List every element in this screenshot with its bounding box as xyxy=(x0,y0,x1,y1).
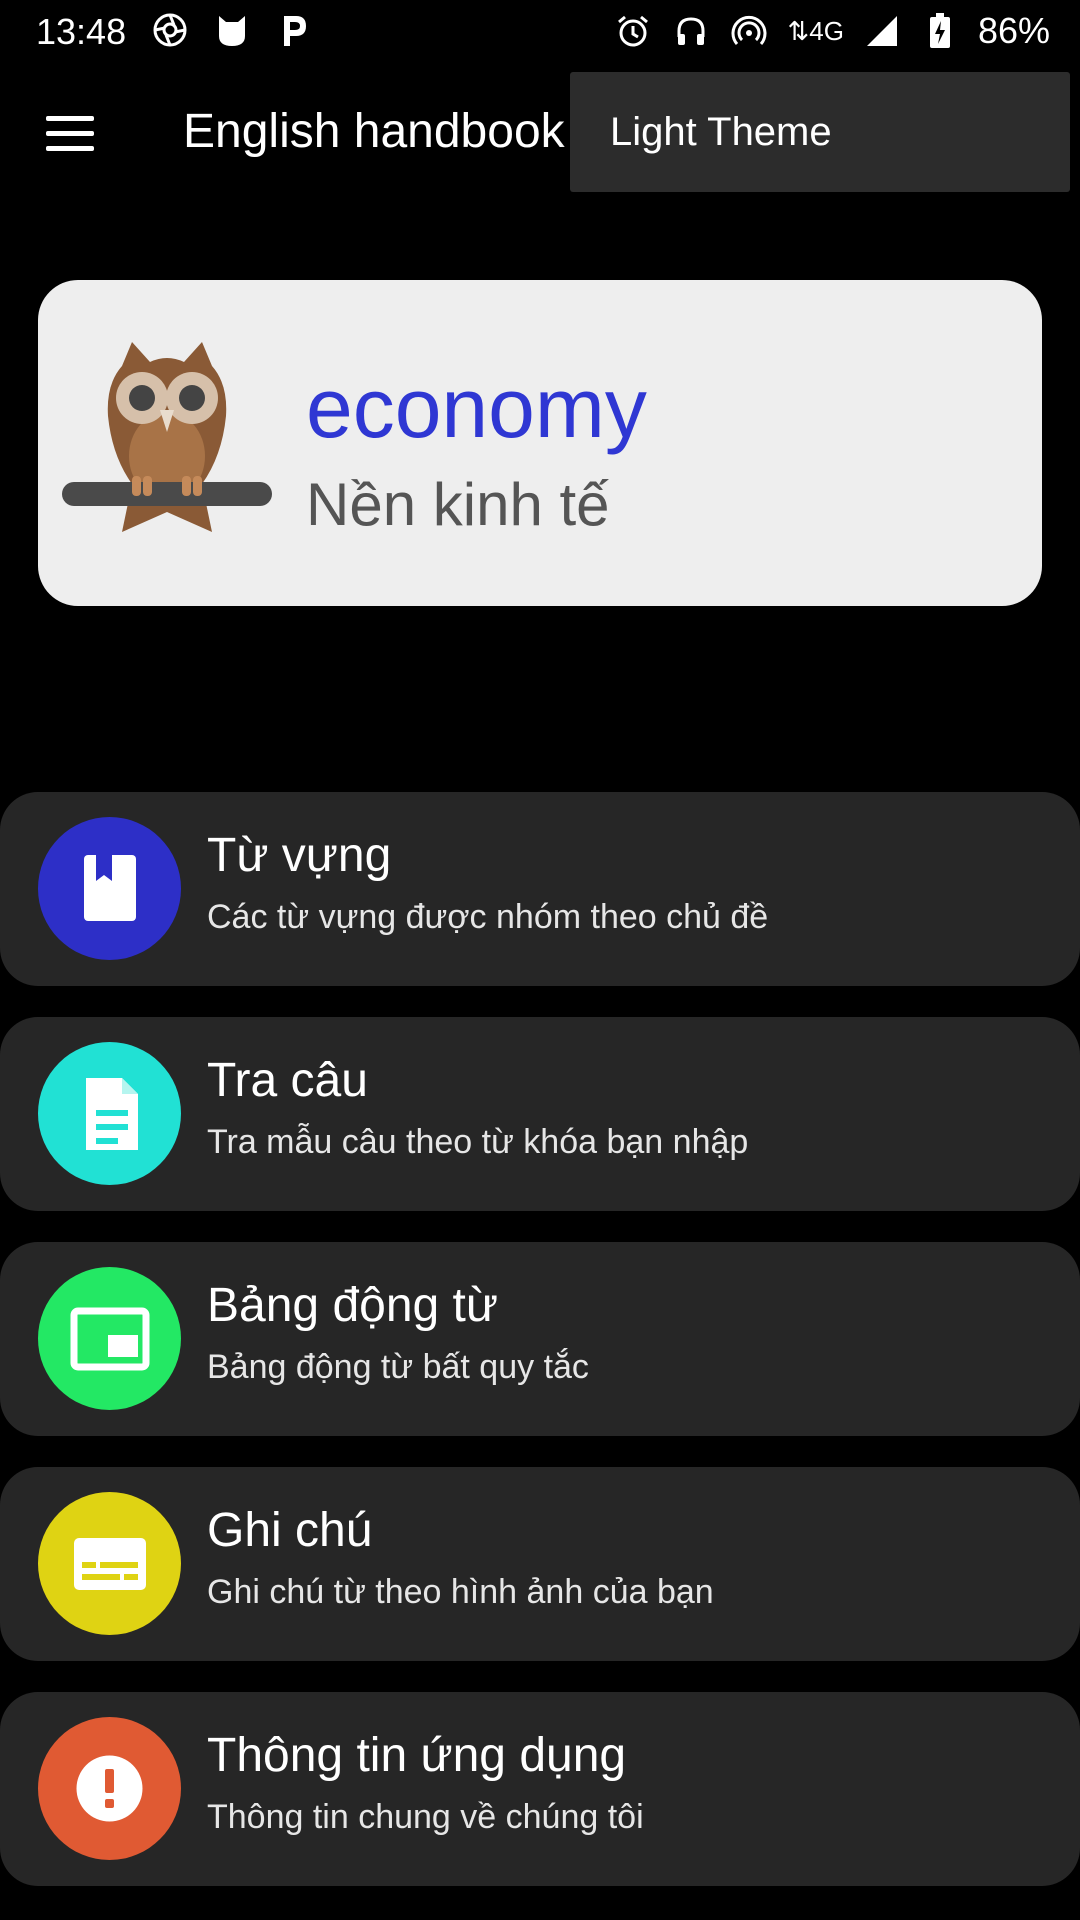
network-type: ⇅4G xyxy=(787,15,844,46)
menu-item-app-info[interactable]: Thông tin ứng dụng Thông tin chung về ch… xyxy=(0,1692,1080,1886)
picture-in-picture-icon xyxy=(38,1267,181,1410)
data-arrows-icon: ⇅ xyxy=(787,15,810,46)
battery-charging-icon xyxy=(920,11,960,51)
owl-icon xyxy=(62,336,272,546)
overflow-popup-menu: Light Theme xyxy=(570,72,1070,192)
menu-item-subtitle: Các từ vựng được nhóm theo chủ đề xyxy=(207,898,769,936)
book-icon xyxy=(38,817,181,960)
menu-item-title: Tra câu xyxy=(207,1054,368,1107)
menu-item-light-theme[interactable]: Light Theme xyxy=(610,110,832,155)
subtitles-icon xyxy=(38,1492,181,1635)
menu-item-notes[interactable]: Ghi chú Ghi chú từ theo hình ảnh của bạn xyxy=(0,1467,1080,1661)
document-icon xyxy=(38,1042,181,1185)
status-right-icons: ⇅4G 86% xyxy=(613,10,1050,52)
menu-item-title: Bảng động từ xyxy=(207,1279,499,1332)
status-left-icons xyxy=(150,10,314,50)
p-icon xyxy=(274,10,314,50)
hotspot-icon xyxy=(729,11,769,51)
menu-item-subtitle: Thông tin chung về chúng tôi xyxy=(207,1798,644,1836)
status-time: 13:48 xyxy=(36,11,127,52)
hamburger-menu-icon[interactable] xyxy=(40,108,104,160)
alert-icon xyxy=(38,1717,181,1860)
menu-item-subtitle: Bảng động từ bất quy tắc xyxy=(207,1348,589,1386)
menu-item-sentence-search[interactable]: Tra câu Tra mẫu câu theo từ khóa bạn nhậ… xyxy=(0,1017,1080,1211)
app-title: English handbook xyxy=(183,105,565,158)
status-bar: 13:48 ⇅4G 86% xyxy=(0,0,1080,64)
aperture-icon xyxy=(150,10,190,50)
signal-icon xyxy=(862,11,902,51)
menu-item-vocabulary[interactable]: Từ vựng Các từ vựng được nhóm theo chủ đ… xyxy=(0,792,1080,986)
battery-percent: 86% xyxy=(977,10,1050,51)
menu-item-title: Ghi chú xyxy=(207,1504,373,1557)
alarm-icon xyxy=(613,11,653,51)
menu-item-title: Từ vựng xyxy=(207,829,392,882)
cat-icon xyxy=(212,10,252,50)
word-meaning: Nền kinh tế xyxy=(306,471,610,538)
menu-item-subtitle: Tra mẫu câu theo từ khóa bạn nhập xyxy=(207,1123,749,1161)
menu-item-verb-table[interactable]: Bảng động từ Bảng động từ bất quy tắc xyxy=(0,1242,1080,1436)
word-of-day-card[interactable]: economy Nền kinh tế xyxy=(38,280,1042,606)
menu-item-title: Thông tin ứng dụng xyxy=(207,1729,627,1782)
headphones-icon xyxy=(671,11,711,51)
word-text: economy xyxy=(306,361,647,455)
menu-item-subtitle: Ghi chú từ theo hình ảnh của bạn xyxy=(207,1573,714,1611)
